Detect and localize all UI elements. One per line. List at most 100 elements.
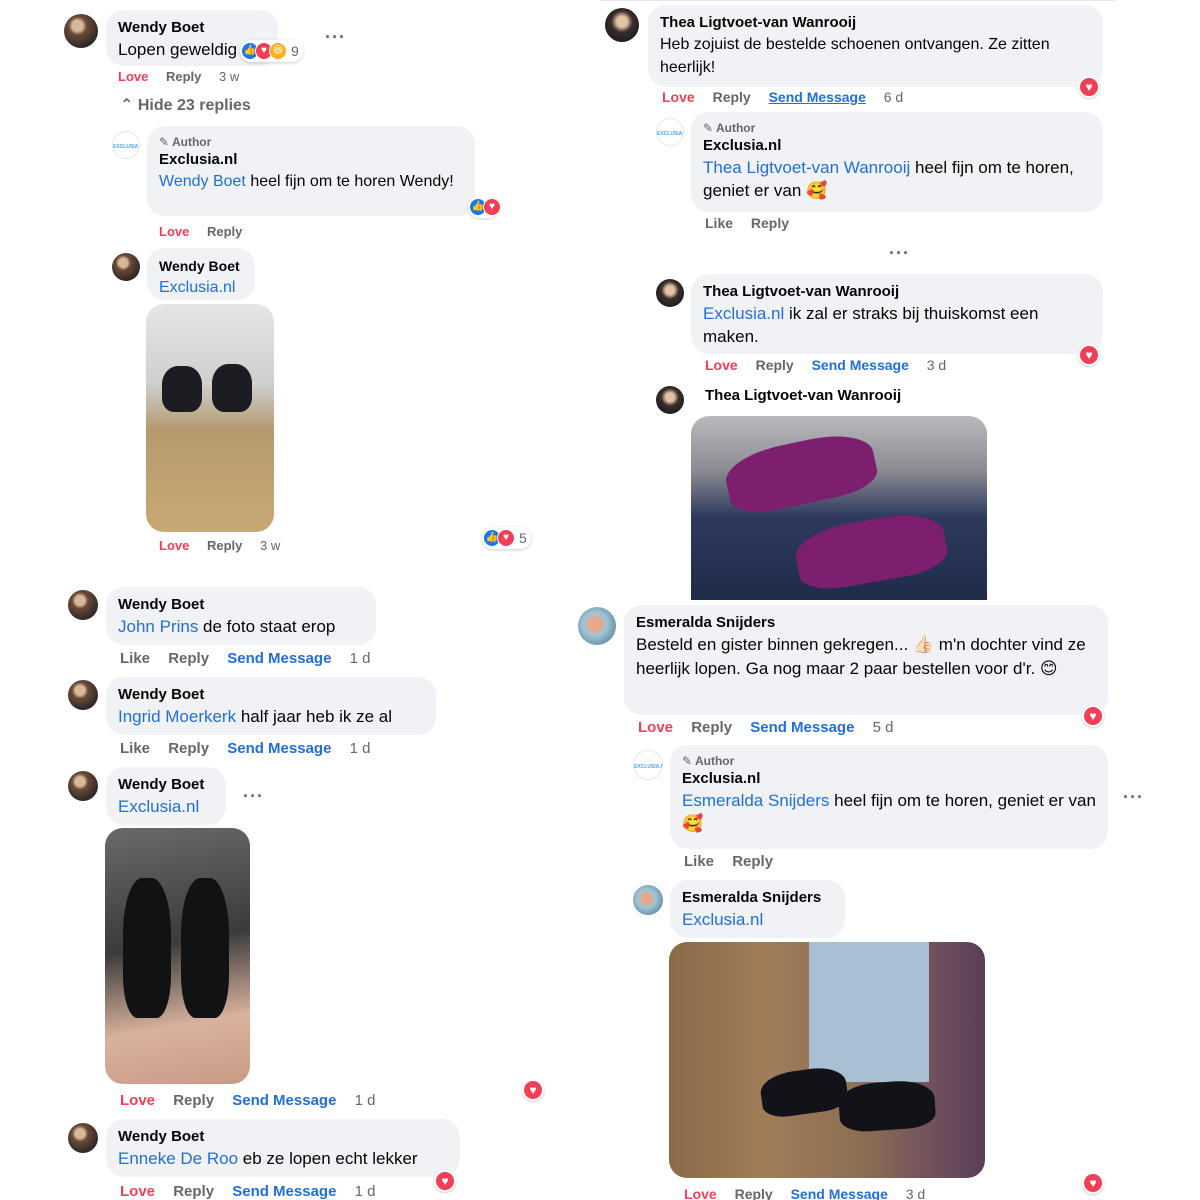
avatar[interactable] bbox=[112, 253, 140, 281]
timestamp[interactable]: 3 w bbox=[260, 538, 280, 553]
timestamp[interactable]: 3 w bbox=[219, 69, 239, 84]
love-reaction-icon[interactable]: ♥ bbox=[1082, 705, 1104, 727]
love-button[interactable]: Love bbox=[662, 89, 695, 105]
attached-photo[interactable] bbox=[669, 942, 985, 1178]
reply-button[interactable]: Reply bbox=[166, 69, 201, 84]
avatar[interactable] bbox=[68, 771, 98, 801]
reply-button[interactable]: Reply bbox=[173, 1183, 214, 1200]
mention-link[interactable]: Ingrid Moerkerk bbox=[118, 707, 236, 726]
mention-link[interactable]: Thea Ligtvoet-van Wanrooij bbox=[703, 158, 910, 177]
hide-replies-button[interactable]: ⌃ Hide 23 replies bbox=[120, 95, 251, 115]
timestamp[interactable]: 1 d bbox=[355, 1183, 376, 1200]
love-button[interactable]: Love bbox=[120, 1183, 155, 1200]
comment-author[interactable]: Esmeralda Snijders bbox=[636, 613, 1096, 633]
send-message-button[interactable]: Send Message bbox=[227, 650, 331, 667]
love-reaction-icon[interactable]: ♥ bbox=[1078, 344, 1100, 366]
mention-link[interactable]: Exclusia.nl bbox=[703, 304, 784, 323]
reply-button[interactable]: Reply bbox=[751, 215, 789, 231]
comment-author[interactable]: Wendy Boet bbox=[118, 595, 364, 615]
comment-author[interactable]: Wendy Boet bbox=[118, 685, 424, 705]
like-button[interactable]: Like bbox=[120, 740, 150, 757]
love-button[interactable]: Love bbox=[159, 224, 189, 239]
mention-link[interactable]: Esmeralda Snijders bbox=[682, 791, 829, 810]
send-message-button[interactable]: Send Message bbox=[232, 1092, 336, 1109]
comment-author[interactable]: Exclusia.nl bbox=[159, 150, 463, 170]
comment-author[interactable]: Wendy Boet bbox=[159, 256, 243, 276]
love-reaction-icon[interactable]: ♥ bbox=[1082, 1172, 1104, 1194]
reply-button[interactable]: Reply bbox=[207, 538, 242, 553]
avatar[interactable] bbox=[68, 1123, 98, 1153]
avatar[interactable] bbox=[68, 590, 98, 620]
love-reaction-icon[interactable]: ♥ bbox=[434, 1170, 456, 1192]
love-reaction-icon[interactable]: ♥ bbox=[522, 1079, 544, 1101]
comment-author[interactable]: Wendy Boet bbox=[118, 1127, 448, 1147]
love-button[interactable]: Love bbox=[118, 69, 148, 84]
mention-link[interactable]: John Prins bbox=[118, 617, 198, 636]
attached-photo[interactable] bbox=[691, 416, 987, 600]
timestamp[interactable]: 1 d bbox=[350, 740, 371, 757]
avatar[interactable] bbox=[578, 607, 616, 645]
reply-button[interactable]: Reply bbox=[756, 357, 794, 373]
reply-button[interactable]: Reply bbox=[173, 1092, 214, 1109]
reply-button[interactable]: Reply bbox=[691, 719, 732, 736]
avatar[interactable] bbox=[656, 386, 684, 414]
timestamp[interactable]: 3 d bbox=[927, 357, 946, 373]
timestamp[interactable]: 1 d bbox=[355, 1092, 376, 1109]
more-options-icon[interactable]: ··· bbox=[243, 787, 264, 805]
comment-author[interactable]: Esmeralda Snijders bbox=[682, 888, 833, 908]
reply-button[interactable]: Reply bbox=[735, 1186, 773, 1200]
like-button[interactable]: Like bbox=[705, 215, 733, 231]
reaction-summary[interactable]: 👍 ♥ 😆 9 bbox=[240, 40, 303, 62]
send-message-button[interactable]: Send Message bbox=[232, 1183, 336, 1200]
more-options-icon[interactable]: ··· bbox=[325, 28, 346, 46]
avatar[interactable] bbox=[64, 14, 98, 48]
mention-link[interactable]: Enneke De Roo bbox=[118, 1149, 238, 1168]
avatar[interactable] bbox=[656, 279, 684, 307]
send-message-button[interactable]: Send Message bbox=[812, 357, 909, 373]
avatar[interactable] bbox=[633, 885, 663, 915]
timestamp[interactable]: 3 d bbox=[906, 1186, 925, 1200]
reply-button[interactable]: Reply bbox=[732, 853, 773, 870]
comment-author[interactable]: Thea Ligtvoet-van Wanrooij bbox=[703, 282, 1091, 302]
comment-author[interactable]: Exclusia.nl bbox=[703, 136, 1091, 156]
attached-photo[interactable] bbox=[146, 304, 274, 532]
avatar[interactable] bbox=[605, 8, 639, 42]
reply-button[interactable]: Reply bbox=[168, 740, 209, 757]
like-button[interactable]: Like bbox=[684, 853, 714, 870]
love-button[interactable]: Love bbox=[705, 357, 738, 373]
reaction-summary[interactable]: 👍 ♥ bbox=[468, 196, 501, 218]
comment-author[interactable]: Thea Ligtvoet-van Wanrooij bbox=[705, 386, 901, 406]
timestamp[interactable]: 6 d bbox=[884, 89, 903, 105]
comment-author[interactable]: Wendy Boet bbox=[118, 18, 266, 38]
reply-button[interactable]: Reply bbox=[713, 89, 751, 105]
mention-link[interactable]: Exclusia.nl bbox=[118, 795, 214, 818]
timestamp[interactable]: 5 d bbox=[873, 719, 894, 736]
reply-button[interactable]: Reply bbox=[207, 224, 242, 239]
mention-link[interactable]: Wendy Boet bbox=[159, 173, 246, 190]
send-message-button[interactable]: Send Message bbox=[769, 89, 866, 105]
comment-author[interactable]: Exclusia.nl bbox=[682, 769, 1096, 789]
send-message-button[interactable]: Send Message bbox=[791, 1186, 888, 1200]
send-message-button[interactable]: Send Message bbox=[750, 719, 854, 736]
more-options-icon[interactable]: ··· bbox=[889, 244, 910, 262]
love-button[interactable]: Love bbox=[159, 538, 189, 553]
love-button[interactable]: Love bbox=[120, 1092, 155, 1109]
more-options-icon[interactable]: ··· bbox=[1123, 788, 1144, 806]
love-button[interactable]: Love bbox=[638, 719, 673, 736]
avatar[interactable]: EXCLUSIA.NL bbox=[112, 131, 140, 159]
avatar[interactable]: EXCLUSIA.NL bbox=[633, 750, 663, 780]
avatar[interactable] bbox=[68, 680, 98, 710]
mention-link[interactable]: Exclusia.nl bbox=[159, 276, 243, 299]
timestamp[interactable]: 1 d bbox=[350, 650, 371, 667]
reply-button[interactable]: Reply bbox=[168, 650, 209, 667]
comment-author[interactable]: Thea Ligtvoet-van Wanrooij bbox=[660, 13, 1091, 33]
mention-link[interactable]: Exclusia.nl bbox=[682, 908, 833, 931]
reaction-summary[interactable]: 👍 ♥ 5 bbox=[482, 527, 531, 549]
like-button[interactable]: Like bbox=[120, 650, 150, 667]
comment-author[interactable]: Wendy Boet bbox=[118, 775, 214, 795]
love-button[interactable]: Love bbox=[684, 1186, 717, 1200]
attached-photo[interactable] bbox=[105, 828, 250, 1084]
love-reaction-icon[interactable]: ♥ bbox=[1078, 76, 1100, 98]
avatar[interactable]: EXCLUSIA.NL bbox=[656, 118, 684, 146]
send-message-button[interactable]: Send Message bbox=[227, 740, 331, 757]
